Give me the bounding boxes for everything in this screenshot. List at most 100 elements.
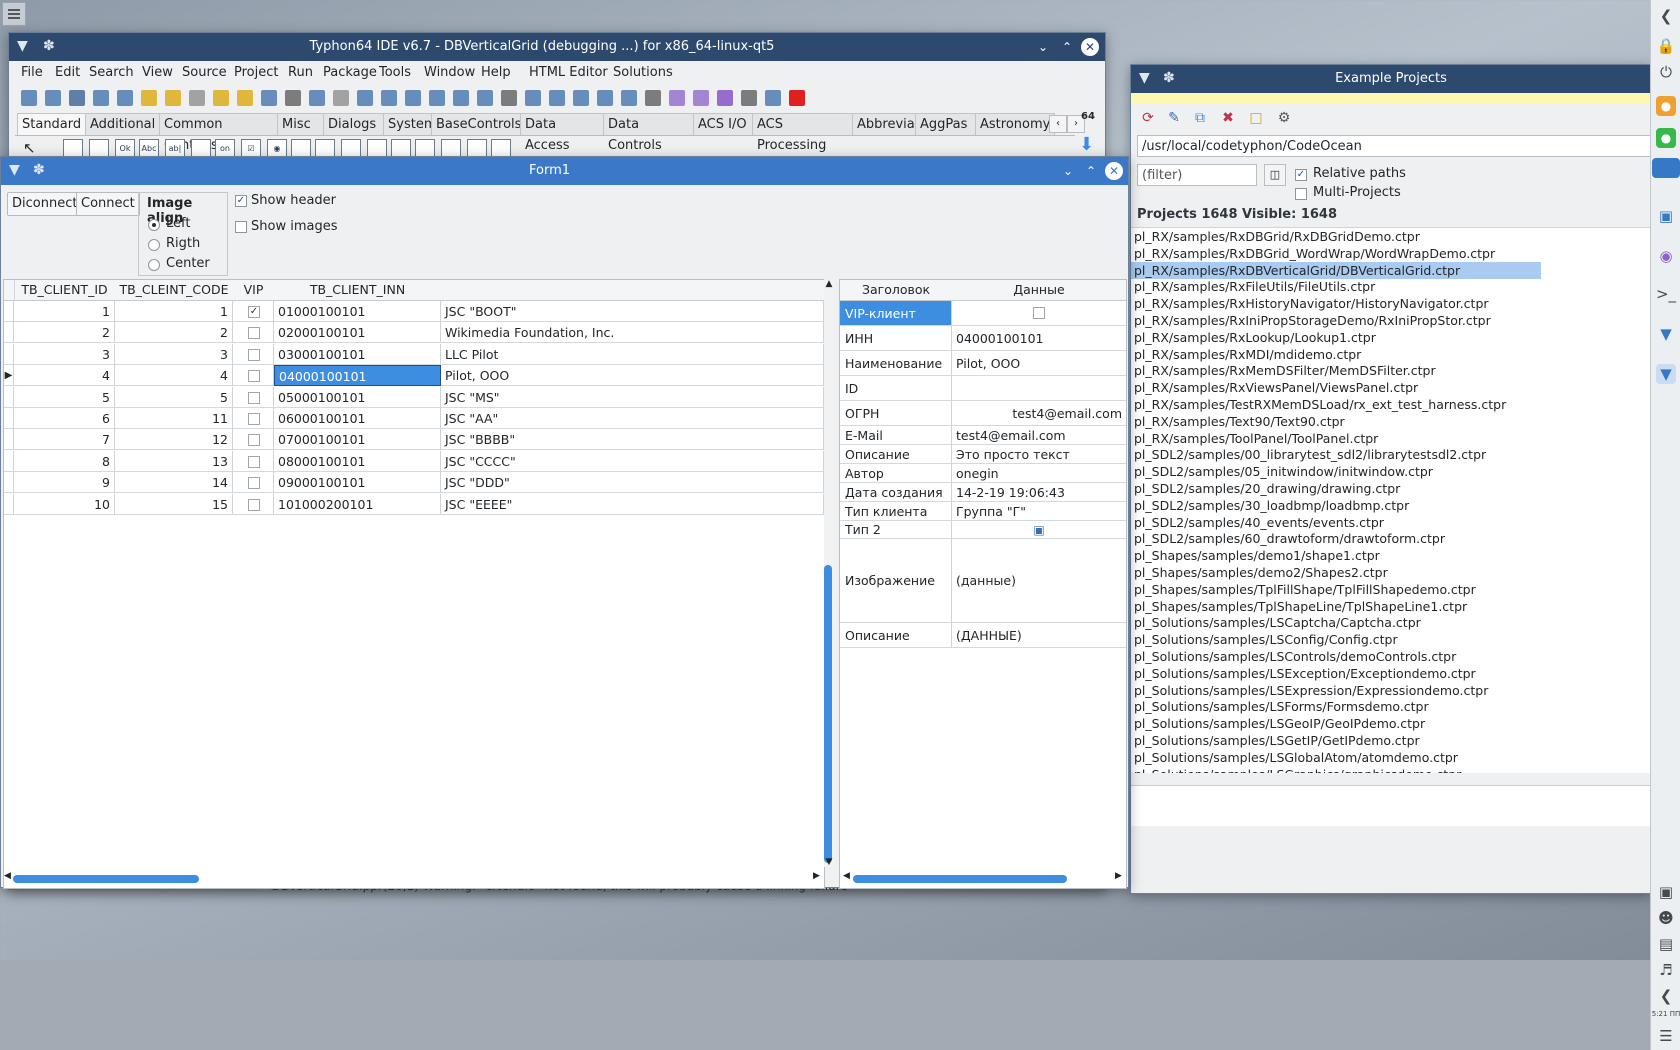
grid-cell-vip[interactable] bbox=[233, 450, 274, 472]
scroll-right-icon[interactable]: ▶ bbox=[1115, 871, 1122, 881]
pin-icon[interactable]: ✽ bbox=[43, 38, 55, 54]
grid-cell-name[interactable]: Wikimedia Foundation, Inc. bbox=[441, 322, 824, 344]
grid-cell-inn[interactable]: 01000100101 bbox=[274, 301, 441, 322]
project-list-item[interactable]: pl_Shapes/samples/demo1/shape1.ctpr bbox=[1134, 547, 1380, 564]
grid-cell-vip[interactable] bbox=[233, 365, 274, 387]
toolbar-icon[interactable] bbox=[21, 90, 37, 106]
toolbar-icon[interactable] bbox=[765, 90, 781, 106]
maximize-icon[interactable]: ⌃ bbox=[1081, 161, 1101, 181]
menu-icon[interactable]: ☰ bbox=[1656, 1026, 1676, 1046]
palette-tab-dialogs[interactable]: Dialogs bbox=[323, 113, 389, 135]
vertical-grid[interactable]: Заголовок Данные VIP-клиент ИНН 04000100101 Н… bbox=[839, 279, 1127, 889]
grid-cell-name[interactable]: JSC "BBBB" bbox=[441, 429, 824, 451]
projects-list[interactable]: pl_RX/samples/RxDBGrid/RxDBGridDemo.ctpr… bbox=[1131, 227, 1541, 773]
toolbar-icon[interactable] bbox=[741, 90, 757, 106]
project-list-item[interactable]: pl_Solutions/samples/LSCaptcha/Captcha.c… bbox=[1134, 614, 1421, 631]
vip-checkbox[interactable] bbox=[248, 434, 260, 447]
lock-icon[interactable]: 🔒 bbox=[1656, 36, 1676, 56]
desktop-menu-button[interactable] bbox=[2, 2, 26, 26]
menu-html-editor[interactable]: HTML Editor bbox=[529, 65, 608, 80]
grid-cell-code[interactable]: 11 bbox=[115, 408, 233, 429]
delete-icon[interactable]: ✖ bbox=[1219, 109, 1237, 127]
grid-cell-name[interactable]: JSC "AA" bbox=[441, 408, 824, 429]
project-list-item[interactable]: pl_SDL2/samples/60_drawtoform/drawtoform… bbox=[1134, 530, 1445, 547]
toolbar-icon[interactable] bbox=[213, 90, 229, 106]
toolbar-icon[interactable] bbox=[477, 90, 493, 106]
grid-row-indicator[interactable] bbox=[4, 472, 14, 494]
grid-cell-code[interactable]: 2 bbox=[115, 322, 233, 344]
pin-icon[interactable]: ✽ bbox=[33, 162, 45, 178]
grid-row-indicator[interactable] bbox=[4, 408, 14, 429]
minimize-icon[interactable]: ⌄ bbox=[1058, 161, 1078, 181]
vgrid-header-label[interactable]: Заголовок bbox=[840, 280, 952, 301]
palette-tab-standard[interactable]: Standard bbox=[17, 113, 91, 135]
grid-cell-vip[interactable] bbox=[233, 472, 274, 494]
grid-header-tb_client_inn[interactable]: TB_CLIENT_INN bbox=[274, 280, 442, 301]
project-list-item[interactable]: pl_RX/samples/Text90/Text90.ctpr bbox=[1134, 413, 1345, 430]
vip-checkbox[interactable] bbox=[248, 391, 260, 404]
vip-checkbox[interactable] bbox=[248, 455, 260, 468]
align-rigth-radio[interactable] bbox=[148, 239, 160, 251]
vgrid-value[interactable]: Это просто текст bbox=[952, 445, 1126, 464]
grid-row-indicator[interactable] bbox=[4, 493, 14, 515]
open-project-icon[interactable]: ✎ bbox=[1165, 109, 1183, 127]
grid-cell-vip[interactable] bbox=[233, 322, 274, 344]
show-images-checkbox[interactable] bbox=[235, 221, 247, 233]
vgrid-value[interactable] bbox=[952, 301, 1126, 326]
vgrid-value[interactable]: (ДАННЫЕ) bbox=[952, 623, 1126, 648]
grid-cell-id[interactable]: 6 bbox=[14, 408, 115, 429]
clipboard-icon[interactable]: ▤ bbox=[1656, 934, 1676, 954]
toolbar-icon[interactable] bbox=[357, 90, 373, 106]
grid-cell-vip[interactable] bbox=[233, 343, 274, 365]
stop-icon[interactable] bbox=[789, 90, 805, 106]
close-icon[interactable]: ✕ bbox=[1081, 38, 1099, 56]
menu-search[interactable]: Search bbox=[89, 65, 134, 80]
palette-tab-acs-processing[interactable]: ACS Processing bbox=[752, 113, 858, 153]
vgrid-value[interactable] bbox=[952, 376, 1126, 401]
folder-icon[interactable]: □ bbox=[1247, 109, 1265, 127]
terminal-icon[interactable]: >_ bbox=[1656, 284, 1676, 304]
projects-titlebar[interactable]: ▼ ✽ Example Projects bbox=[1131, 65, 1651, 93]
grid-cell-code[interactable]: 3 bbox=[115, 343, 233, 365]
grid-cell-id[interactable]: 8 bbox=[14, 450, 115, 472]
grid-cell-code[interactable]: 13 bbox=[115, 450, 233, 472]
grid-header-tb_cleint_code[interactable]: TB_CLEINT_CODE bbox=[115, 280, 234, 301]
project-list-item[interactable]: pl_SDL2/samples/40_events/events.ctpr bbox=[1134, 514, 1384, 531]
project-list-item[interactable]: pl_RX/samples/RxDBGrid/RxDBGridDemo.ctpr bbox=[1134, 228, 1420, 245]
grid-cell-vip[interactable] bbox=[233, 493, 274, 515]
grid-cell-code[interactable]: 15 bbox=[115, 493, 233, 515]
menu-package[interactable]: Package bbox=[323, 65, 377, 80]
vip-checkbox[interactable] bbox=[248, 413, 260, 425]
project-list-item[interactable]: pl_SDL2/samples/00_librarytest_sdl2/libr… bbox=[1134, 446, 1486, 463]
ide-titlebar[interactable]: ▼ ✽ Typhon64 IDE v6.7 - DBVerticalGrid (… bbox=[9, 33, 1105, 61]
project-list-item[interactable]: pl_RX/samples/RxDBVerticalGrid/DBVertica… bbox=[1131, 261, 1541, 279]
project-list-item[interactable]: pl_Shapes/samples/demo2/Shapes2.ctpr bbox=[1134, 564, 1388, 581]
app-blue-icon[interactable] bbox=[1652, 158, 1680, 178]
grid-cell-inn[interactable]: 07000100101 bbox=[274, 429, 441, 451]
grid-header-vip[interactable]: VIP bbox=[233, 280, 275, 301]
app-green-icon[interactable]: ● bbox=[1656, 128, 1676, 148]
grid-cell-inn[interactable]: 08000100101 bbox=[274, 450, 441, 472]
copy-project-icon[interactable]: ⧉ bbox=[1191, 109, 1209, 127]
project-list-item[interactable]: pl_RX/samples/RxDBGrid_WordWrap/WordWrap… bbox=[1134, 245, 1495, 262]
align-left-radio[interactable] bbox=[148, 219, 160, 231]
grid-vertical-scroll-thumb[interactable] bbox=[824, 565, 832, 863]
palette-tab-system[interactable]: System bbox=[383, 113, 437, 135]
relative-paths-checkbox[interactable]: ✓ bbox=[1295, 169, 1307, 181]
vip-checkbox[interactable] bbox=[248, 477, 260, 490]
toolbar-icon[interactable] bbox=[717, 90, 733, 106]
projects-filter-input[interactable]: (filter) bbox=[1137, 164, 1257, 186]
project-list-item[interactable]: pl_Solutions/samples/LSControls/demoCont… bbox=[1134, 648, 1456, 665]
project-list-item[interactable]: pl_SDL2/samples/20_drawing/drawing.ctpr bbox=[1134, 480, 1400, 497]
user-icon[interactable]: ☻ bbox=[1656, 908, 1676, 928]
app-orange-icon[interactable]: ● bbox=[1656, 96, 1676, 116]
refresh-icon[interactable]: ⟳ bbox=[1139, 109, 1157, 127]
palette-tab-astronomy[interactable]: Astronomy bbox=[975, 113, 1055, 135]
toolbar-icon[interactable] bbox=[261, 90, 277, 106]
grid-header-tb_client_id[interactable]: TB_CLIENT_ID bbox=[14, 280, 116, 301]
project-list-item[interactable]: pl_RX/samples/RxFileUtils/FileUtils.ctpr bbox=[1134, 278, 1375, 295]
menu-help[interactable]: Help bbox=[481, 65, 511, 80]
typhon-active-icon[interactable]: ▼ bbox=[1656, 364, 1676, 384]
grid-cell-id[interactable]: 3 bbox=[14, 343, 115, 365]
vgrid-value[interactable]: Группа "Г" bbox=[952, 502, 1126, 521]
